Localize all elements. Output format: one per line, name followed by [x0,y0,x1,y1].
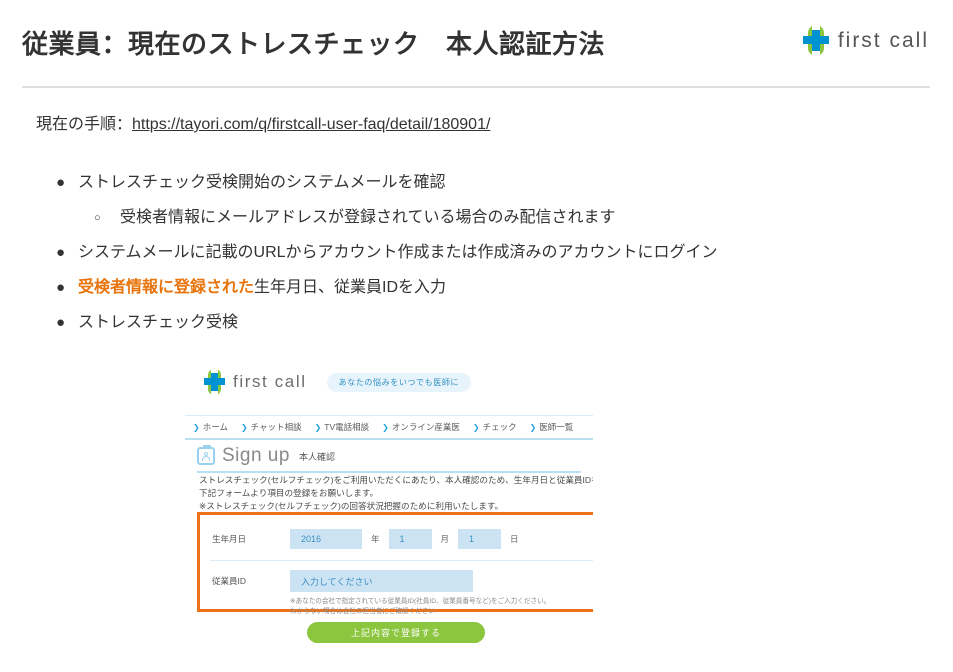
signup-description: ストレスチェック(セルフチェック)をご利用いただくにあたり、本人確認のため、生年… [199,474,593,513]
chevron-right-icon: ❯ [193,422,200,432]
birthdate-field-row: 生年月日 2016 年 1 月 1 日 [212,529,528,549]
bullet-marker: ● [56,279,66,296]
procedure-bullet-list: ● ストレスチェック受検開始のシステムメールを確認 ○ 受検者情報にメールアドレ… [36,168,916,343]
list-item: ● 受検者情報に登録された生年月日、従業員IDを入力 [36,273,916,303]
first-call-logo: first call [802,25,929,56]
nav-item-check[interactable]: ❯ チェック [473,421,517,433]
site-nav-bar: ❯ ホーム ❯ チャット相談 ❯ TV電話相談 ❯ オンライン産業医 ❯ チェッ… [185,415,593,440]
chevron-right-icon: ❯ [529,422,537,432]
employee-id-label: 従業員ID [212,576,247,586]
list-item: ● ストレスチェック受検 [36,308,916,338]
current-procedure-line: 現在の手順：https://tayori.com/q/firstcall-use… [36,110,490,134]
signup-description-line1: ストレスチェック(セルフチェック)をご利用いただくにあたり、本人確認のため、生年… [199,475,593,485]
field-divider [210,560,593,561]
bullet-marker: ● [56,174,66,191]
bullet-marker: ● [56,314,66,331]
employee-id-field-row: 従業員ID 入力してください [212,570,473,592]
first-call-cross-icon [802,25,829,56]
nav-item-label: ホーム [202,422,228,432]
register-submit-button[interactable]: 上記内容で登録する [307,622,485,643]
screenshot-brand-header: first call あなたの悩みをいつでも医師に [204,369,472,395]
nav-item-label: チャット相談 [250,422,302,432]
highlight-annotation-box: 生年月日 2016 年 1 月 1 日 従業員ID 入力してください ※あなたの… [197,512,593,615]
signup-heading: Sign up 本人確認 [197,445,581,473]
brand-wordmark: first call [233,372,307,391]
list-item: ○ 受検者情報にメールアドレスが登録されている場合のみ配信されます [36,203,916,233]
birthdate-label: 生年月日 [212,534,247,544]
clipboard-person-icon [197,445,215,465]
nav-item-label: TV電話相談 [324,422,370,432]
chevron-right-icon: ❯ [240,422,248,432]
current-procedure-label: 現在の手順： [36,116,133,133]
nav-item-doctor-list[interactable]: ❯ 医師一覧 [530,421,574,433]
employee-id-help-text: ※あなたの会社で指定されている従業員ID(社員ID、従業員番号など)をご入力くだ… [290,597,590,616]
signup-subtitle: 本人確認 [298,451,335,462]
nav-item-online-occupational-physician[interactable]: ❯ オンライン産業医 [382,421,460,433]
nav-item-chat-consult[interactable]: ❯ チャット相談 [241,421,302,433]
highlighted-text: 受検者情報に登録された [78,279,255,296]
list-item: ● ストレスチェック受検開始のシステムメールを確認 [36,168,916,198]
list-item-rest: 生年月日、従業員IDを入力 [254,279,447,296]
birth-day-input[interactable]: 1 [458,529,502,549]
first-call-cross-icon [204,369,225,395]
page-title: 従業員：現在のストレスチェック 本人認証方法 [22,29,606,59]
list-item-label: 受検者情報に登録された生年月日、従業員IDを入力 [78,273,446,303]
nav-item-home[interactable]: ❯ ホーム [193,421,228,433]
list-item-label: ストレスチェック受検開始のシステムメールを確認 [78,174,446,191]
procedure-link[interactable]: https://tayori.com/q/firstcall-user-faq/… [132,116,490,133]
brand-tagline-badge: あなたの悩みをいつでも医師に [326,372,472,392]
nav-item-label: 医師一覧 [539,422,574,432]
list-item: ● システムメールに記載のURLからアカウント作成または作成済みのアカウントにロ… [36,238,916,268]
nav-item-tv-call-consult[interactable]: ❯ TV電話相談 [315,421,370,433]
nav-item-label: チェック [482,422,517,432]
embedded-signup-screenshot: first call あなたの悩みをいつでも医師に ❯ ホーム ❯ チャット相談… [185,357,593,672]
birth-year-input[interactable]: 2016 [290,529,362,549]
month-unit-label: 月 [440,534,450,544]
header-divider [22,86,930,88]
signup-title: Sign up [222,445,290,466]
list-item-label: システムメールに記載のURLからアカウント作成または作成済みのアカウントにログイ… [78,244,718,261]
list-item-label: 受検者情報にメールアドレスが登録されている場合のみ配信されます [120,209,616,226]
chevron-right-icon: ❯ [382,422,389,432]
help-line-2: わからない場合は会社の担当者にご確認ください [290,607,435,615]
chevron-right-icon: ❯ [472,422,480,432]
employee-id-input[interactable]: 入力してください [290,570,473,592]
nav-item-label: オンライン産業医 [391,422,460,432]
chevron-right-icon: ❯ [314,422,322,432]
help-line-1: ※あなたの会社で指定されている従業員ID(社員ID、従業員番号など)をご入力くだ… [290,598,551,605]
slide-header: 従業員：現在のストレスチェック 本人認証方法 first call [0,0,953,88]
birth-month-input[interactable]: 1 [388,529,432,549]
year-unit-label: 年 [371,534,380,544]
signup-description-line2: 下記フォームより項目の登録をお願いします。 [199,488,379,498]
list-item-label: ストレスチェック受検 [78,314,239,331]
day-unit-label: 日 [510,534,519,544]
bullet-marker: ● [56,244,66,261]
sub-bullet-marker: ○ [94,212,101,224]
brand-wordmark: first call [837,28,929,52]
